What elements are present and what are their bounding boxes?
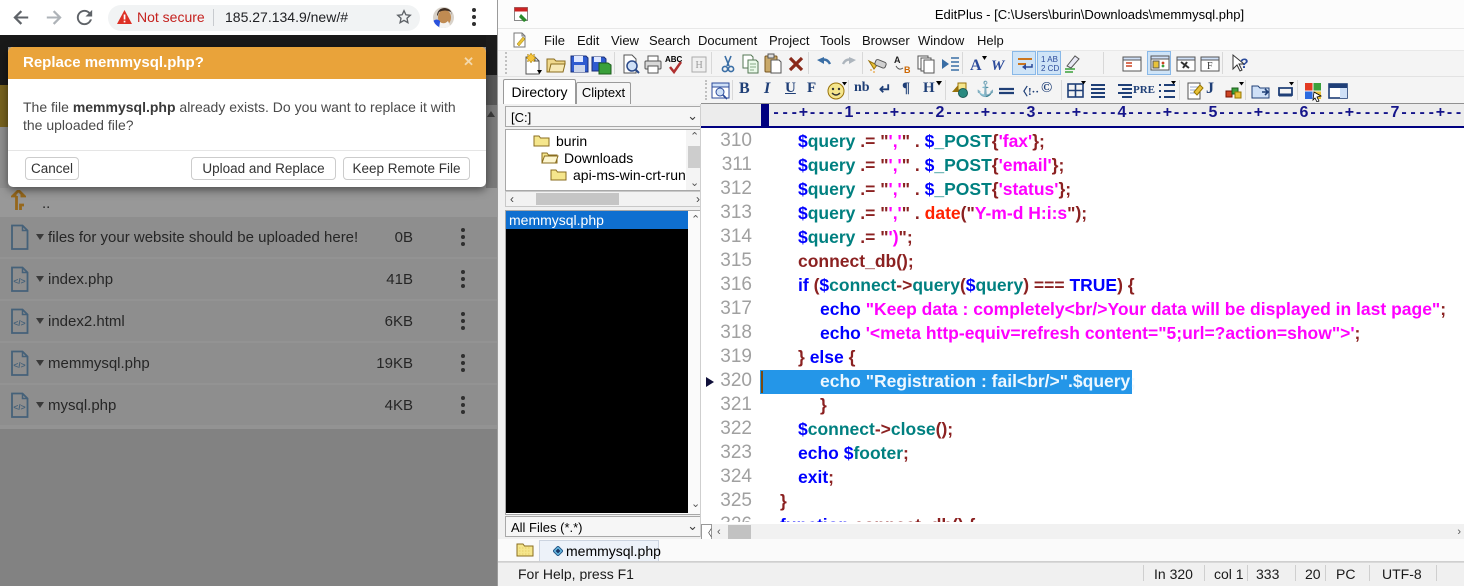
svg-text:</>: </> xyxy=(13,318,25,328)
svg-text:A: A xyxy=(970,57,982,74)
svg-text:A: A xyxy=(894,55,901,65)
svg-text:</>: </> xyxy=(13,360,25,370)
svg-text:</>: </> xyxy=(13,276,25,286)
svg-text:1 AB: 1 AB xyxy=(1041,55,1058,64)
svg-text:H: H xyxy=(696,60,703,71)
svg-text:W: W xyxy=(991,58,1006,74)
svg-text:2 CD: 2 CD xyxy=(1041,64,1059,73)
svg-text:?: ? xyxy=(1240,55,1249,71)
svg-text:F: F xyxy=(1207,61,1213,72)
svg-text:</>: </> xyxy=(13,402,25,412)
svg-text:B: B xyxy=(904,65,911,75)
